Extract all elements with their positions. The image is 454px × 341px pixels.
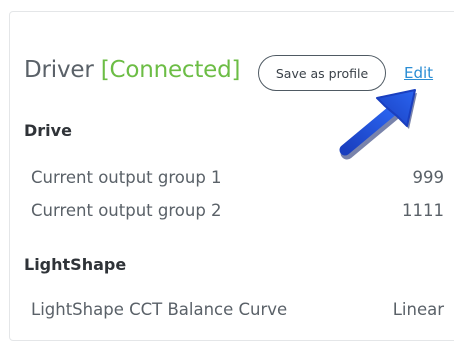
setting-label: Current output group 1 (31, 167, 222, 187)
page-title: Driver [Connected] (24, 57, 241, 83)
setting-row: Current output group 1 999 (31, 164, 444, 190)
setting-value: 999 (412, 167, 445, 187)
setting-value: Linear (392, 299, 444, 319)
panel-header: Driver [Connected] Save as profile Edit (24, 55, 454, 91)
section-title-lightshape: LightShape (24, 255, 127, 274)
save-as-profile-button[interactable]: Save as profile (258, 55, 386, 91)
section-title-drive: Drive (24, 121, 72, 140)
setting-row: Current output group 2 1111 (31, 197, 444, 223)
connection-status: [Connected] (100, 57, 241, 83)
setting-label: Current output group 2 (31, 200, 222, 220)
setting-label: LightShape CCT Balance Curve (31, 299, 288, 319)
setting-row: LightShape CCT Balance Curve Linear (31, 296, 444, 322)
setting-value: 1111 (402, 200, 444, 220)
edit-link[interactable]: Edit (404, 64, 433, 82)
driver-title: Driver (24, 57, 94, 83)
